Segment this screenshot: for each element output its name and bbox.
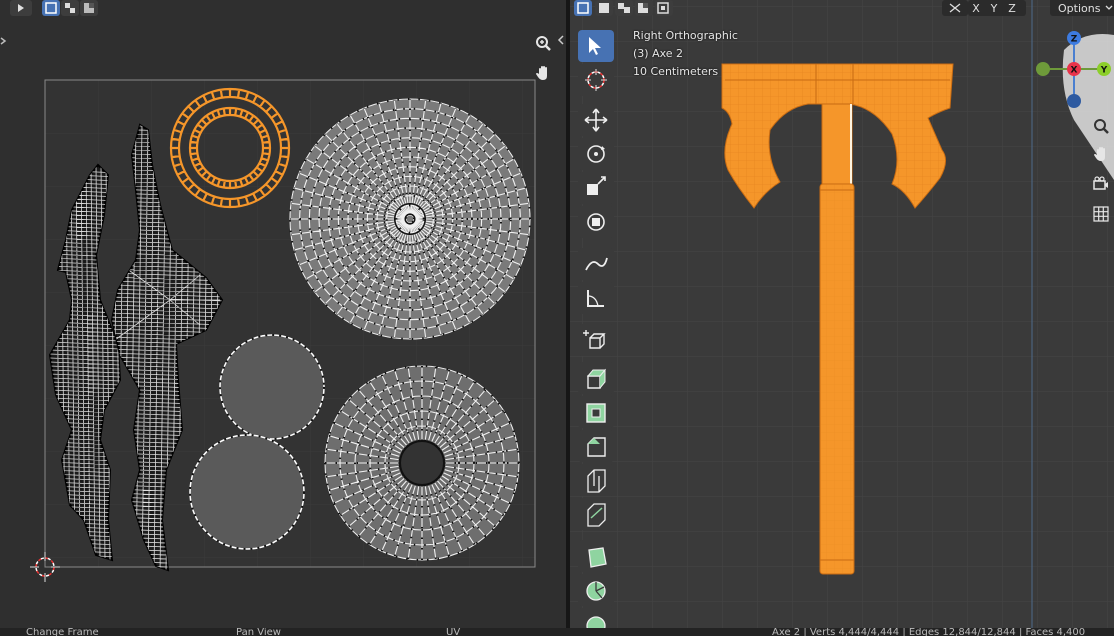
mirror-toggle-button[interactable]: [942, 0, 968, 16]
crosshair-icon: [585, 69, 607, 91]
status-right-action: UV: [446, 628, 461, 636]
loop-cut-icon: [587, 469, 606, 493]
axe-handle-wireframe: [820, 184, 854, 574]
gizmo-y-label: Y: [1100, 66, 1108, 76]
inset-icon: [586, 403, 606, 423]
cursor-icon: [589, 37, 601, 55]
select-invert-button[interactable]: [655, 0, 673, 16]
select-extend-icon: [618, 3, 630, 13]
tool-rotate[interactable]: [578, 138, 614, 170]
view-name-label: Right Orthographic: [633, 29, 738, 42]
3d-viewport[interactable]: [570, 0, 1114, 628]
tool-bevel[interactable]: [578, 430, 614, 462]
poly-build-icon: [588, 547, 607, 568]
tool-select-box[interactable]: [578, 30, 614, 62]
uv-island-top-disc[interactable]: [288, 98, 531, 340]
axis-gizmo[interactable]: Z X Y: [1034, 28, 1114, 118]
rotate-icon: [587, 145, 605, 163]
bevel-icon: [587, 437, 606, 457]
measure-icon: [587, 290, 604, 307]
knife-icon: [587, 503, 606, 527]
tool-spin[interactable]: [578, 574, 614, 606]
tool-loop-cut[interactable]: [578, 464, 614, 496]
tool-shelf: [575, 30, 617, 636]
annotate-icon: [585, 257, 608, 271]
select-subtract-icon: [638, 3, 648, 13]
grid-icon: [1093, 206, 1109, 222]
axis-buttons: X Y Z: [968, 0, 1026, 16]
status-stats: Axe 2 | Verts 4,444/4,444 | Edges 12,844…: [772, 628, 1086, 636]
grid-scale-label: 10 Centimeters: [633, 65, 719, 78]
tool-transform[interactable]: [578, 206, 614, 238]
select-extend-button[interactable]: [615, 0, 633, 16]
chevron-down-icon: [1105, 5, 1113, 10]
gizmo-neg-z-axis[interactable]: [1067, 94, 1081, 108]
move-icon: [584, 108, 608, 132]
gizmo-z-label: Z: [1071, 35, 1078, 45]
mirror-z-button[interactable]: Z: [1004, 0, 1020, 16]
mirror-y-button[interactable]: Y: [986, 0, 1002, 16]
tool-extrude[interactable]: [578, 362, 614, 394]
object-label: (3) Axe 2: [633, 47, 684, 60]
tool-annotate[interactable]: [578, 248, 614, 280]
status-bar: Change Frame Pan View UV Axe 2 | Verts 4…: [0, 628, 1114, 636]
tool-cursor[interactable]: [578, 64, 614, 96]
gizmo-x-label: X: [1071, 66, 1078, 76]
tool-move[interactable]: [578, 104, 614, 136]
spin-icon: [586, 581, 606, 601]
transform-icon: [587, 213, 605, 231]
axe-handle-top[interactable]: [821, 103, 853, 185]
tool-poly-build[interactable]: [578, 540, 614, 572]
select-new-icon: [599, 3, 609, 13]
tool-scale[interactable]: [578, 172, 614, 204]
tool-measure[interactable]: [578, 282, 614, 314]
uv-canvas[interactable]: [0, 0, 566, 628]
blender-window: X Y Z Options Right Orthographic (3) Axe…: [0, 0, 1114, 636]
viewport-zoom-button[interactable]: [1088, 113, 1114, 139]
select-new-button[interactable]: [595, 0, 613, 16]
ortho-toggle-button[interactable]: [1088, 201, 1114, 227]
select-subtract-button[interactable]: [635, 0, 653, 16]
options-label: Options: [1058, 1, 1101, 15]
extrude-icon: [586, 368, 607, 389]
uv-editor[interactable]: [0, 0, 566, 628]
hand-icon: [1094, 147, 1105, 161]
options-dropdown[interactable]: Options: [1050, 0, 1114, 16]
zoom-icon: [1094, 119, 1109, 134]
handle-highlight: [850, 104, 852, 184]
viewport-editor-type-button[interactable]: [574, 0, 592, 16]
tool-add-cube[interactable]: [578, 324, 614, 356]
box-select-icon: [577, 2, 589, 14]
uv-ring-hole: [399, 440, 445, 486]
mirror-icon: [949, 3, 961, 13]
status-middle-action: Pan View: [236, 628, 281, 636]
camera-icon: [1093, 176, 1108, 190]
gizmo-neg-y-axis[interactable]: [1036, 62, 1050, 76]
tool-knife[interactable]: [578, 498, 614, 530]
select-invert-icon: [657, 2, 669, 14]
viewport-canvas[interactable]: [570, 0, 1114, 628]
scale-icon: [587, 176, 606, 195]
status-left-action: Change Frame: [26, 628, 99, 636]
camera-view-button[interactable]: [1088, 171, 1114, 197]
tool-inset[interactable]: [578, 396, 614, 428]
mirror-x-button[interactable]: X: [968, 0, 984, 16]
add-cube-icon: [583, 330, 606, 349]
viewport-pan-button[interactable]: [1088, 141, 1114, 167]
